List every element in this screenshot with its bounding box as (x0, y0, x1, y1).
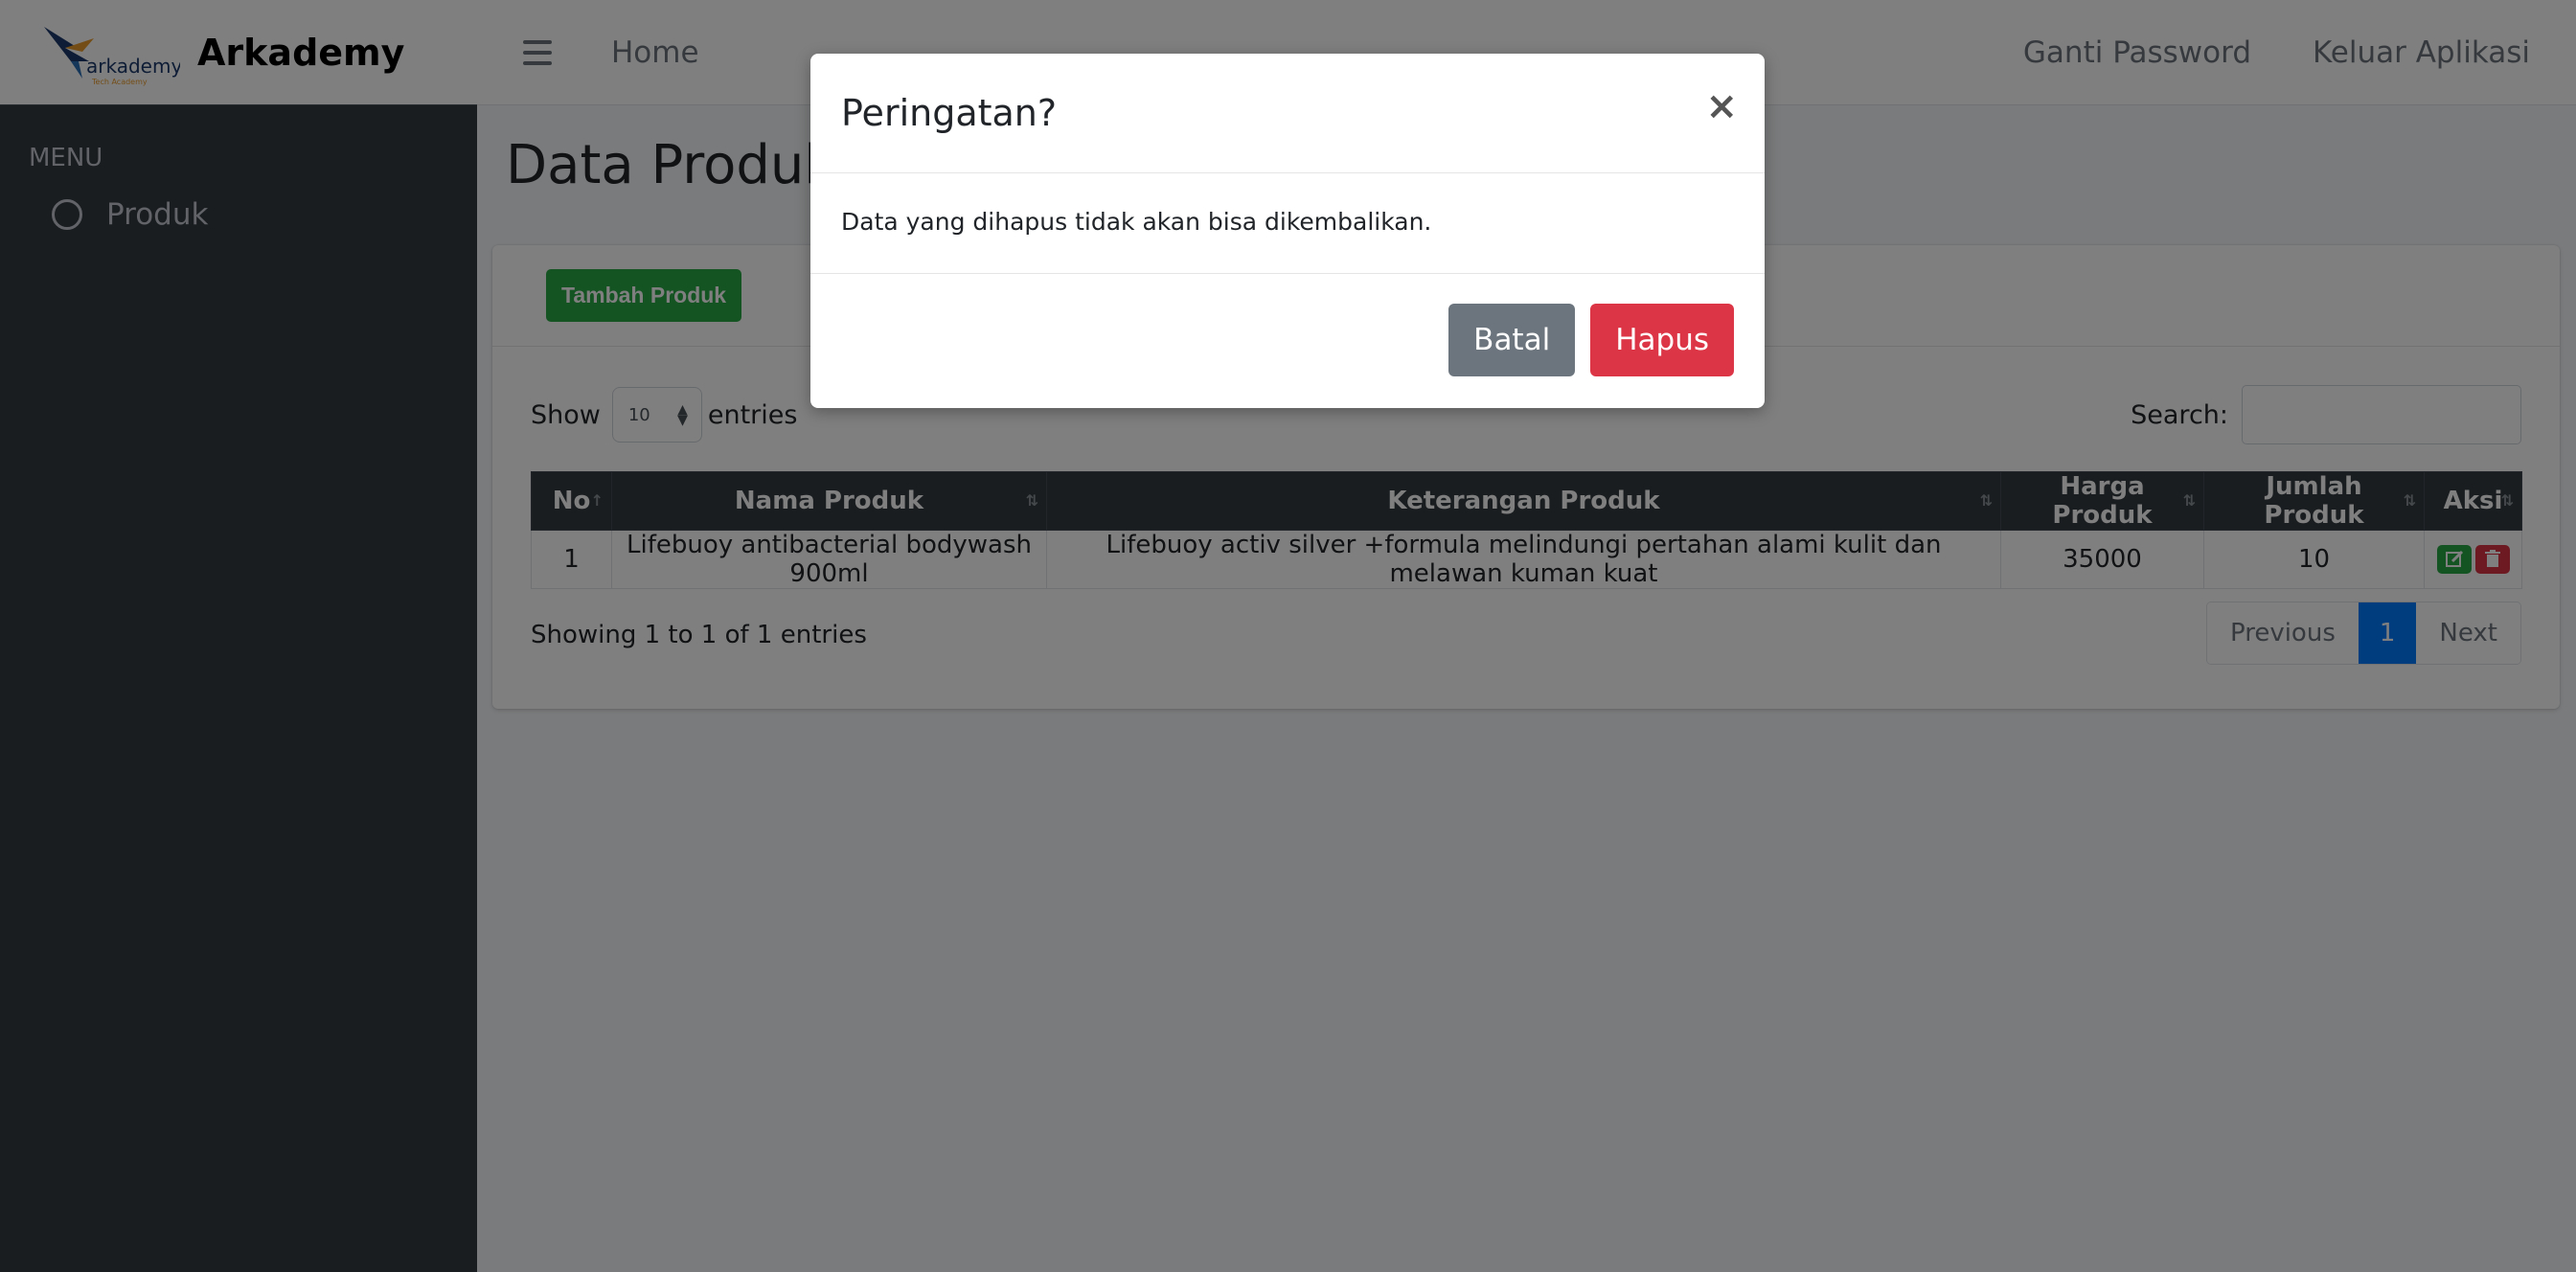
confirm-delete-button[interactable]: Hapus (1590, 304, 1734, 376)
close-icon[interactable]: × (1705, 84, 1738, 128)
modal-message: Data yang dihapus tidak akan bisa dikemb… (810, 173, 1765, 274)
delete-confirm-modal: Peringatan? × Data yang dihapus tidak ak… (810, 54, 1765, 408)
modal-header: Peringatan? × (810, 54, 1765, 173)
modal-footer: Batal Hapus (810, 274, 1765, 406)
cancel-button[interactable]: Batal (1448, 304, 1576, 376)
modal-title: Peringatan? (841, 92, 1058, 134)
